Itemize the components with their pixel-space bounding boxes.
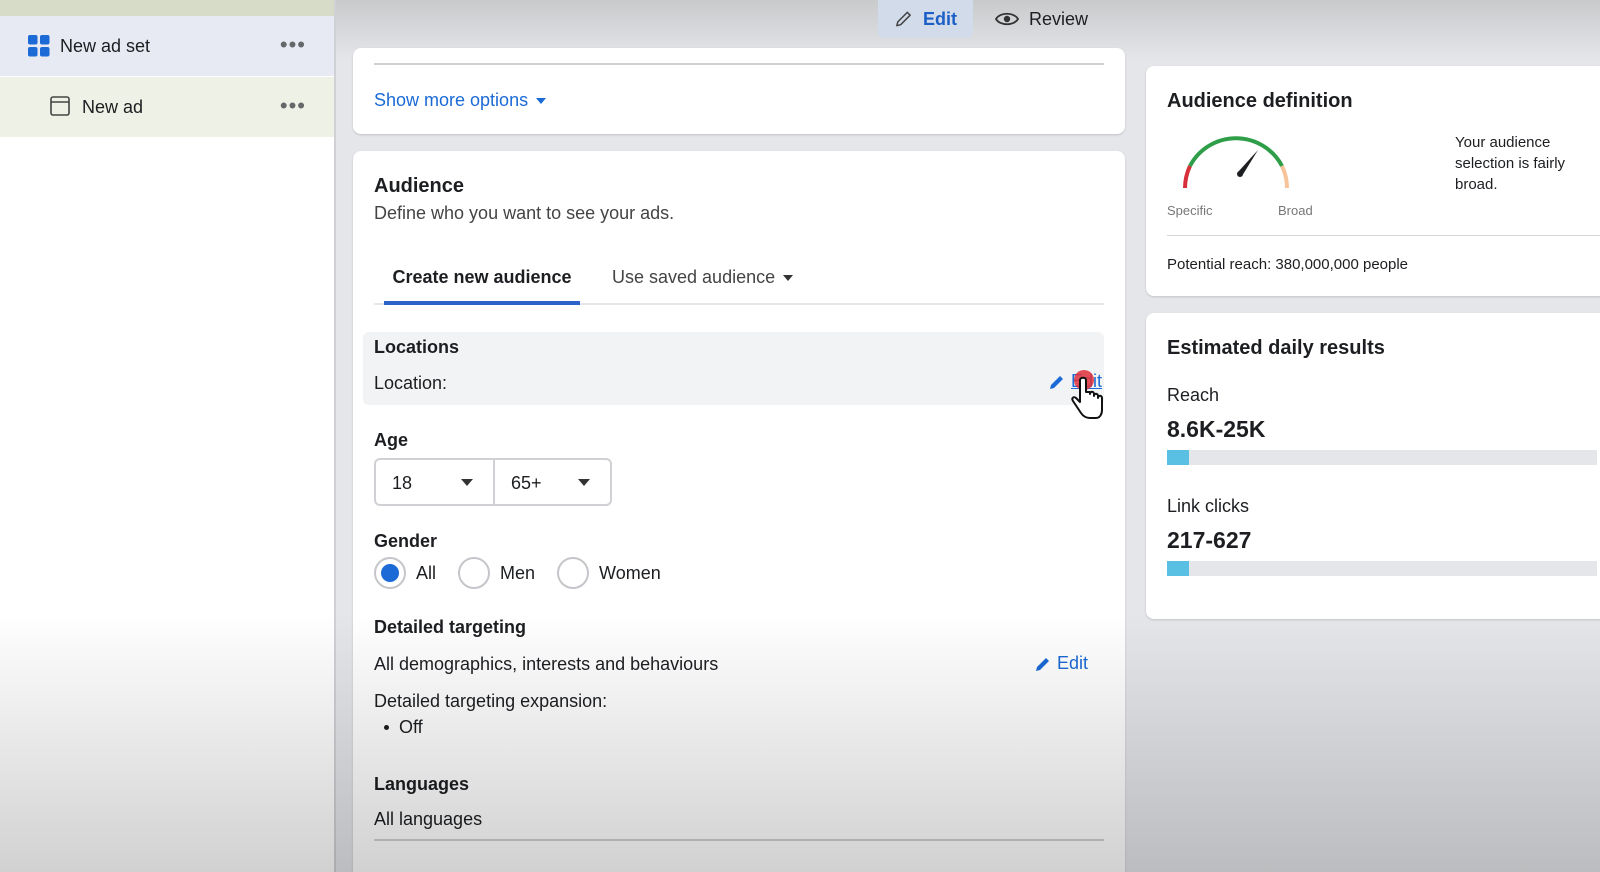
- pencil-icon: [1050, 375, 1063, 389]
- tab-review[interactable]: Review: [979, 0, 1104, 38]
- detailed-targeting-edit-link[interactable]: Edit: [1035, 653, 1088, 674]
- detailed-targeting-expansion-label: Detailed targeting expansion:: [374, 691, 608, 711]
- detailed-targeting-expansion-item: Off: [384, 717, 423, 738]
- detailed-targeting-edit-label: Edit: [1057, 653, 1089, 673]
- gender-women-label: Women: [599, 562, 661, 583]
- sidebar-top-strip: [0, 0, 334, 16]
- audience-gauge-icon: [1183, 136, 1289, 189]
- age-max-value: 65+: [510, 473, 542, 493]
- caret-down-icon: [460, 479, 473, 486]
- caret-down-icon: [783, 274, 794, 281]
- estimated-title: Estimated daily results: [1167, 337, 1385, 359]
- reach-value: 8.6K-25K: [1167, 416, 1266, 442]
- audience-tabs: Create new audience Use saved audience: [374, 251, 1104, 305]
- caret-down-icon: [578, 479, 590, 486]
- gender-women-radio[interactable]: [557, 557, 590, 589]
- estimated-daily-results-card: Estimated daily results Reach 8.6K-25K L…: [1146, 313, 1600, 619]
- tab-edit-label: Edit: [923, 8, 957, 29]
- show-more-options-link[interactable]: Show more options: [374, 90, 547, 111]
- languages-heading: Languages: [374, 774, 470, 794]
- gender-all-radio[interactable]: [374, 557, 406, 589]
- audience-title: Audience: [374, 175, 465, 197]
- audience-subtitle: Define who you want to see your ads.: [374, 203, 675, 223]
- pencil-icon: [896, 11, 911, 27]
- tab-use-saved-audience-label: Use saved audience: [612, 267, 776, 287]
- age-min-select[interactable]: 18: [376, 460, 493, 504]
- audience-definition-title: Audience definition: [1167, 90, 1353, 112]
- detailed-targeting-expansion-value: Off: [399, 717, 423, 737]
- tab-review-label: Review: [1029, 8, 1089, 29]
- languages-value: All languages: [374, 809, 483, 829]
- link-clicks-label: Link clicks: [1167, 496, 1250, 516]
- audience-definition-description: Your audience selection is fairly broad.: [1455, 134, 1566, 193]
- gender-radio-group: All Men Women: [374, 557, 683, 589]
- more-options-icon[interactable]: •••: [280, 34, 306, 56]
- detailed-targeting-value: All demographics, interests and behaviou…: [374, 654, 719, 674]
- edit-review-tabs: Edit Review: [878, 0, 1104, 40]
- sidebar-item-new-ad-set[interactable]: New ad set •••: [0, 16, 334, 76]
- age-min-value: 18: [392, 473, 413, 493]
- locations-heading: Locations: [374, 337, 460, 357]
- age-max-select[interactable]: 65+: [492, 460, 610, 504]
- location-label: Location:: [374, 373, 448, 393]
- age-heading: Age: [374, 430, 409, 450]
- tab-create-new-audience[interactable]: Create new audience: [384, 251, 580, 305]
- gauge-broad-label: Broad: [1278, 203, 1313, 218]
- divider: [1167, 235, 1600, 236]
- caret-down-icon: [536, 97, 547, 104]
- potential-reach: Potential reach: 380,000,000 people: [1167, 256, 1409, 273]
- tab-use-saved-audience[interactable]: Use saved audience: [612, 267, 794, 288]
- reach-bar: [1167, 450, 1597, 465]
- age-range: 18 65+: [374, 458, 612, 506]
- show-more-options-label: Show more options: [374, 90, 529, 110]
- pencil-icon: [1036, 657, 1049, 671]
- divider: [374, 839, 1104, 841]
- sidebar-item-label: New ad set: [60, 36, 151, 56]
- gender-men-radio[interactable]: [458, 557, 491, 589]
- link-clicks-value: 217-627: [1167, 527, 1252, 553]
- gender-heading: Gender: [374, 531, 438, 551]
- tab-edit[interactable]: Edit: [878, 0, 973, 38]
- gender-men-label: Men: [500, 562, 536, 583]
- detailed-targeting-heading: Detailed targeting: [374, 617, 527, 637]
- hand-cursor-icon: [1071, 370, 1103, 419]
- sidebar-item-label: New ad: [82, 97, 144, 117]
- sidebar-item-new-ad[interactable]: New ad •••: [0, 77, 334, 137]
- bullet-icon: [384, 725, 389, 730]
- sidebar: New ad set ••• New ad •••: [0, 0, 336, 872]
- reach-label: Reach: [1167, 385, 1220, 405]
- eye-icon: [995, 12, 1019, 26]
- ad-page-icon: [50, 96, 70, 116]
- divider: [374, 63, 1104, 65]
- reach-bar-fill: [1167, 450, 1189, 465]
- options-card: Show more options: [353, 48, 1125, 134]
- audience-definition-card: Audience definition Specific Broad Your …: [1146, 66, 1600, 296]
- link-clicks-bar: [1167, 561, 1597, 576]
- link-clicks-bar-fill: [1167, 561, 1189, 576]
- grid-icon: [28, 35, 50, 57]
- audience-card: Audience Define who you want to see your…: [353, 151, 1125, 872]
- gender-all-label: All: [416, 562, 437, 583]
- more-options-icon[interactable]: •••: [280, 95, 306, 117]
- gauge-specific-label: Specific: [1167, 203, 1213, 218]
- locations-section: Locations Location: Edit: [363, 332, 1104, 405]
